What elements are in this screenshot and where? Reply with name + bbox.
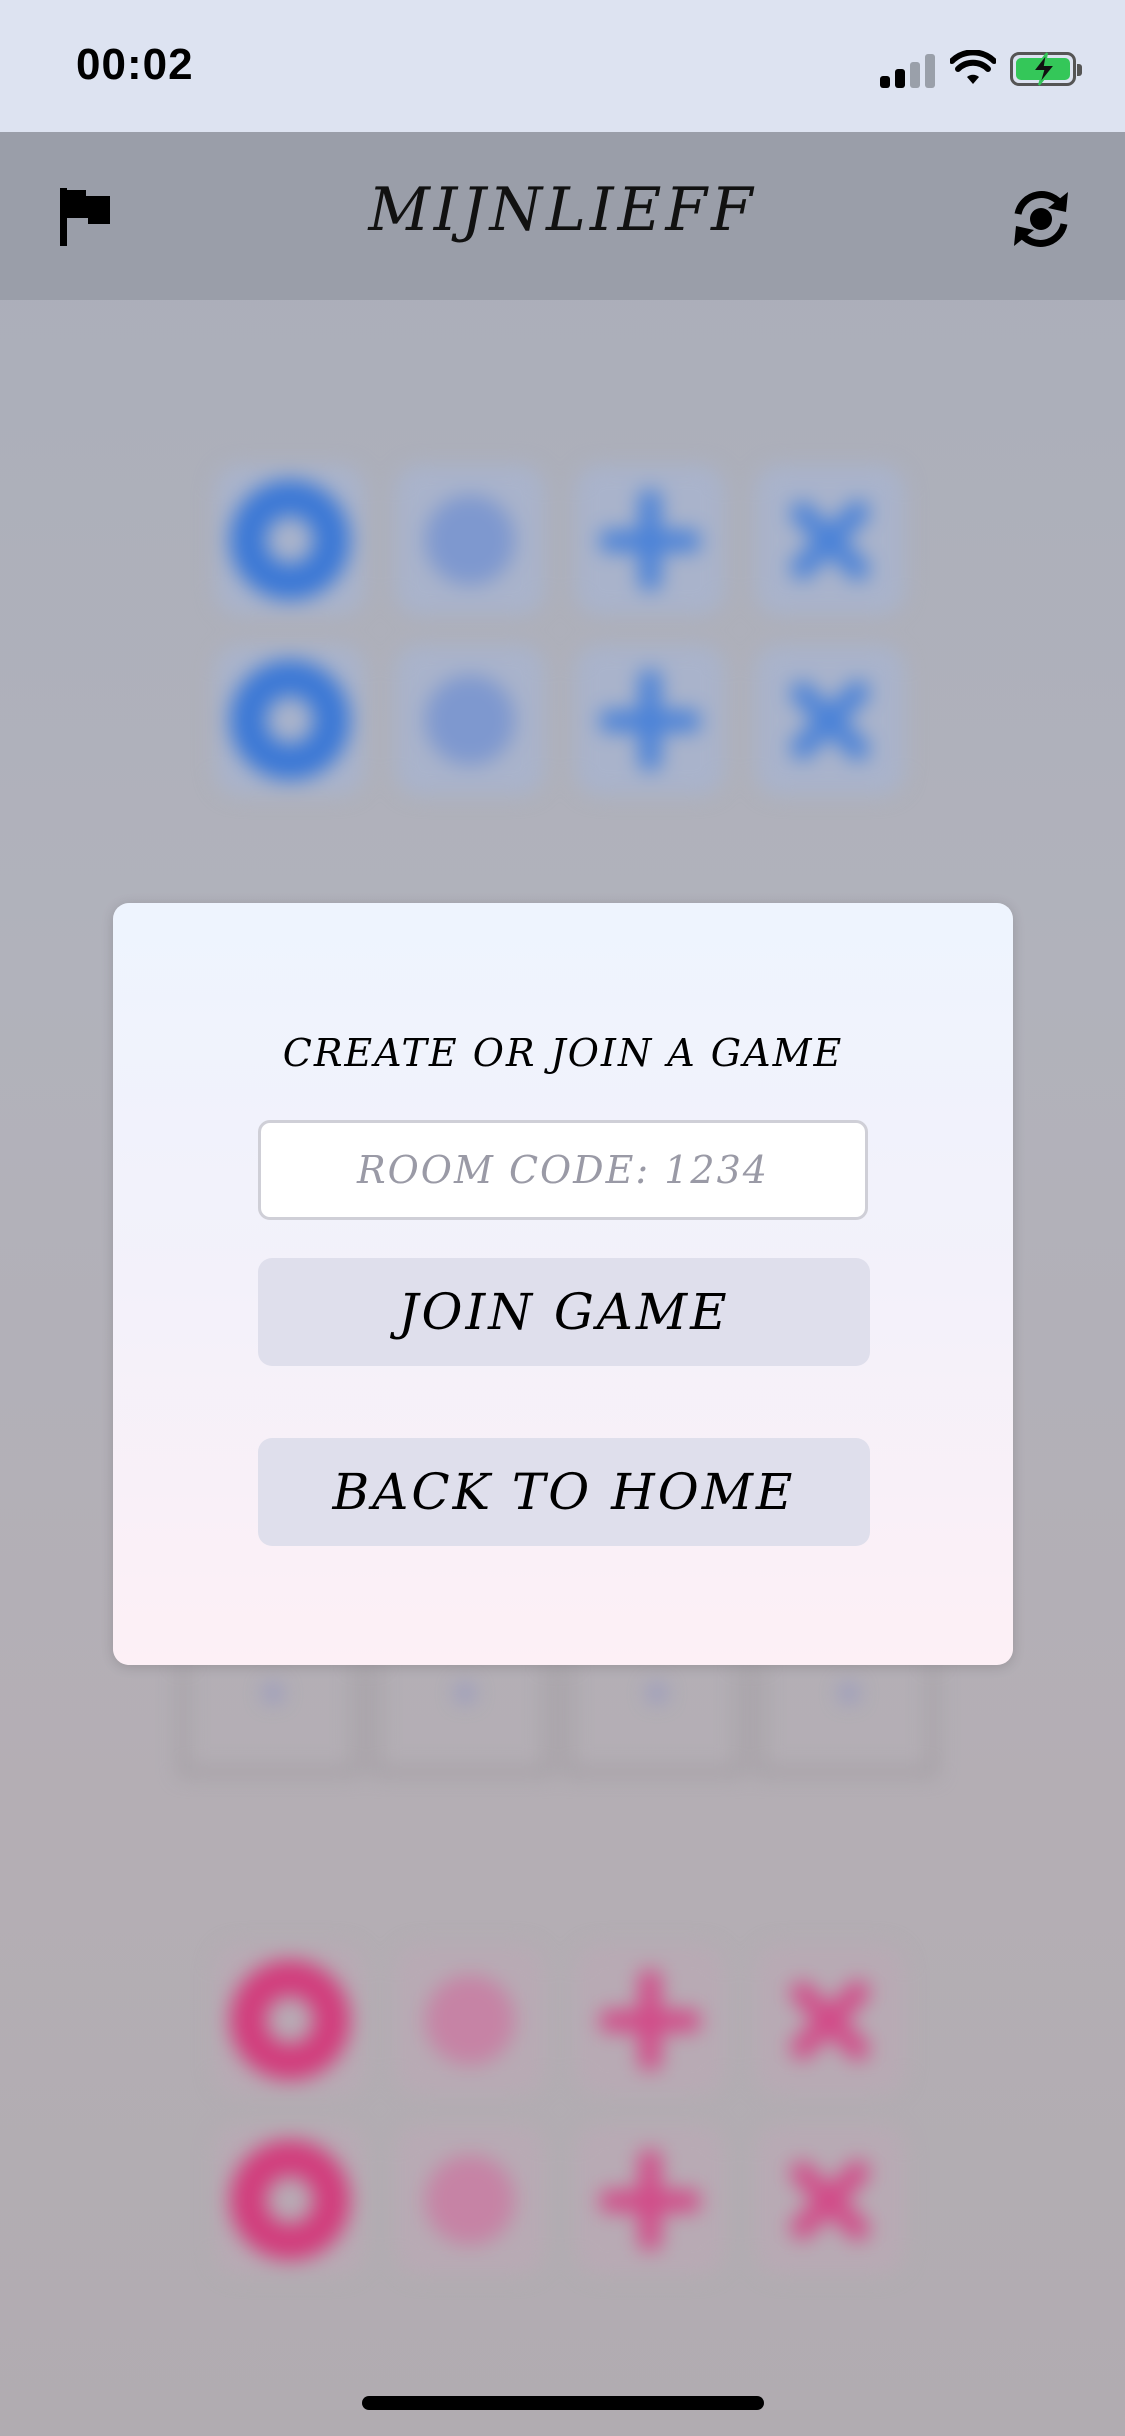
cellular-signal-icon <box>880 52 936 88</box>
home-indicator[interactable] <box>362 2396 764 2410</box>
join-game-button[interactable]: JOIN GAME <box>258 1258 870 1366</box>
battery-charging-icon <box>1010 52 1082 86</box>
room-code-input[interactable] <box>258 1120 868 1220</box>
refresh-icon[interactable] <box>1006 184 1076 254</box>
modal-title: CREATE OR JOIN A GAME <box>282 1031 844 1075</box>
ring-piece-icon <box>230 480 350 600</box>
dot-piece-icon <box>425 495 515 585</box>
create-join-modal: CREATE OR JOIN A GAME JOIN GAME BACK TO … <box>113 903 1013 1665</box>
wifi-icon <box>950 50 996 84</box>
status-bar: 00:02 <box>0 0 1125 132</box>
app-title: MIJNLIEFF <box>368 175 757 245</box>
back-to-home-button[interactable]: BACK TO HOME <box>258 1438 870 1546</box>
status-time: 00:02 <box>76 40 194 89</box>
